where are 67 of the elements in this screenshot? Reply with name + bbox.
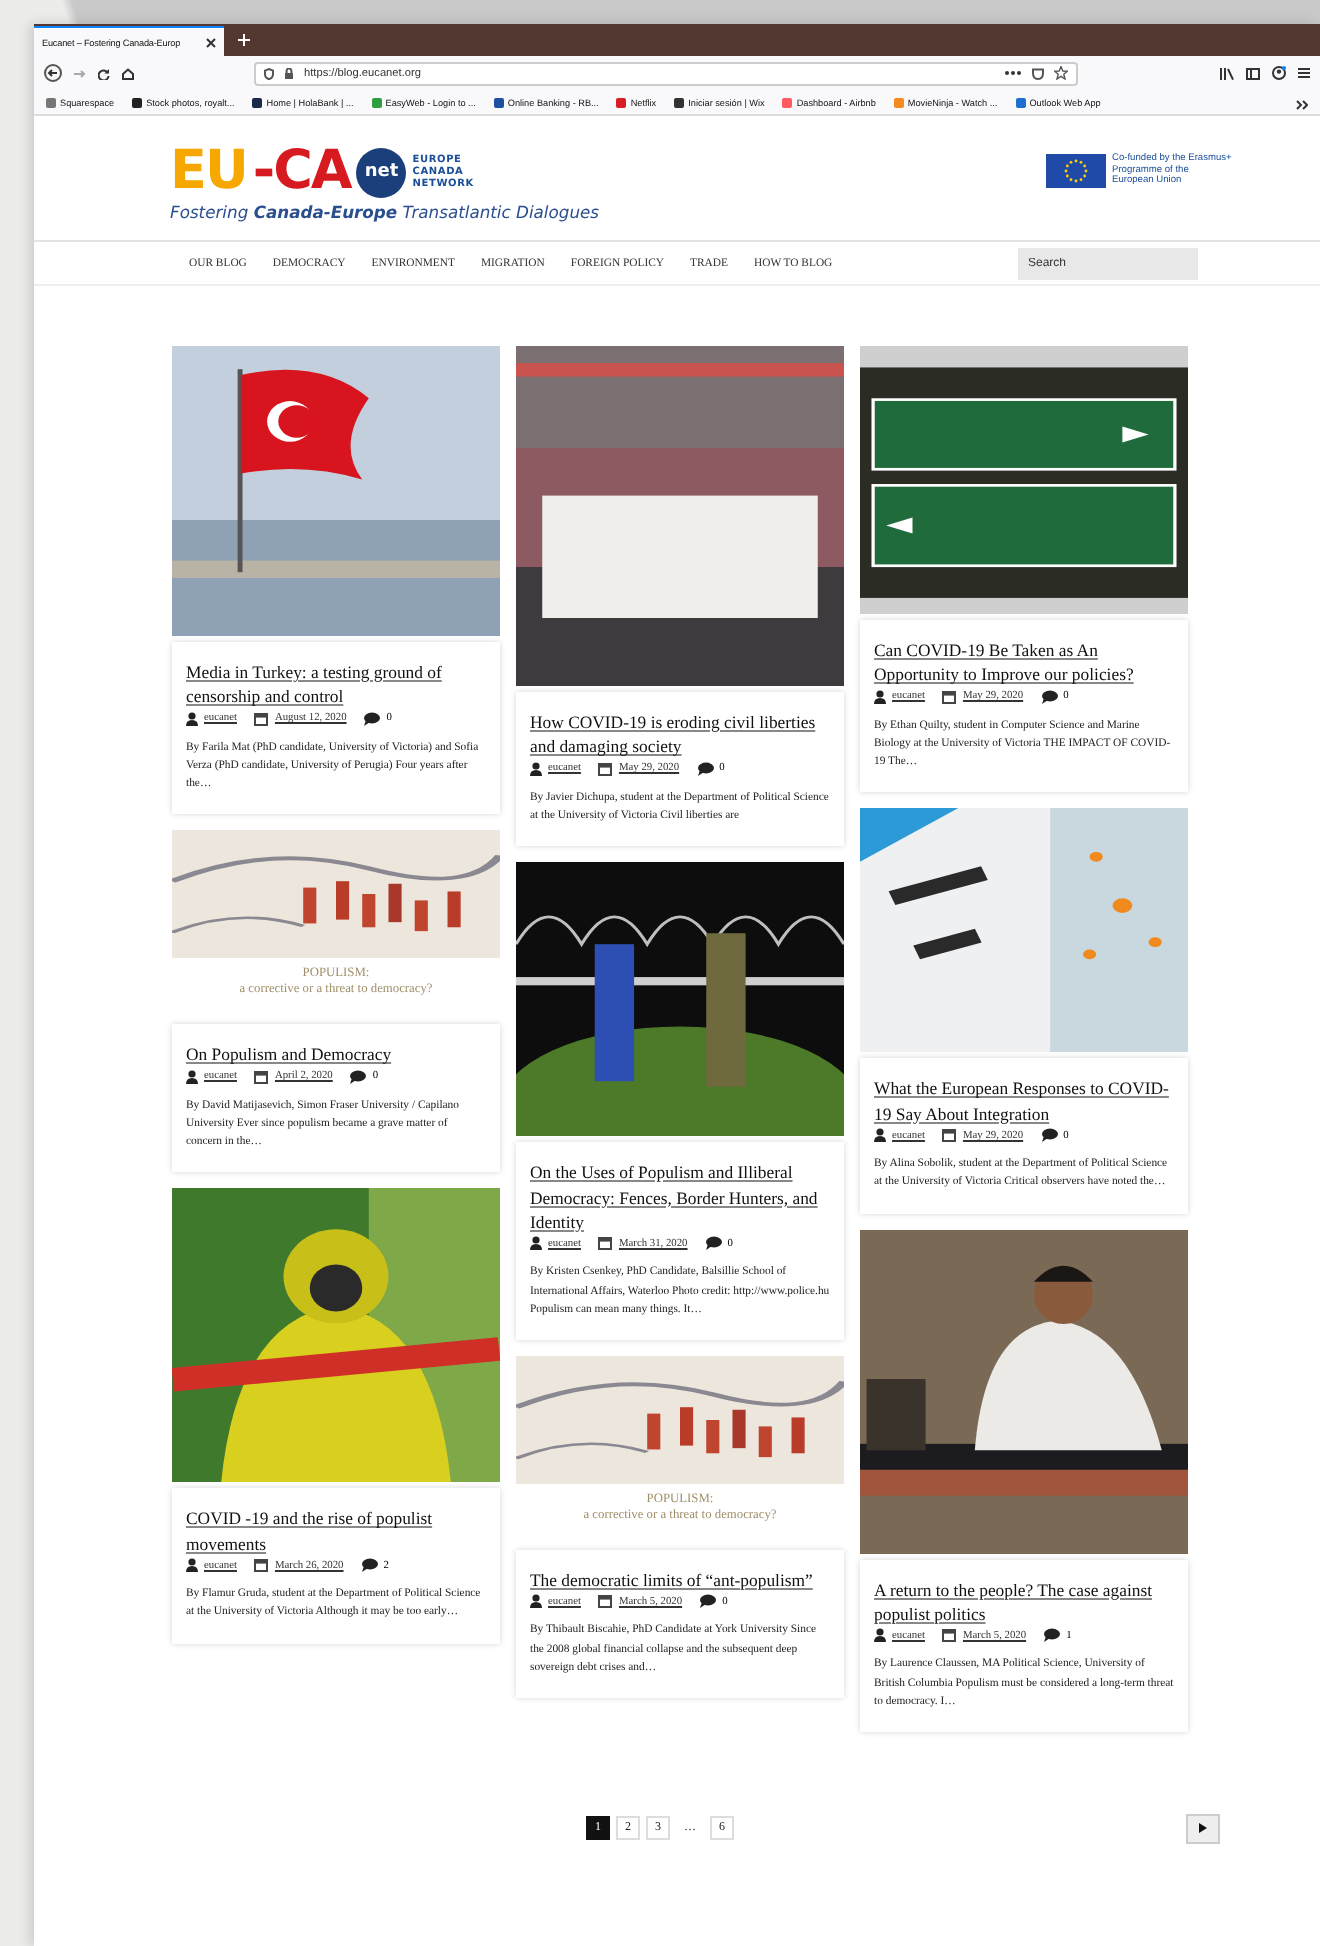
reload-button[interactable] [98, 67, 110, 79]
plus-icon [238, 34, 250, 46]
author-icon [874, 1128, 886, 1143]
more-icon [1004, 70, 1022, 76]
back-button[interactable] [44, 64, 62, 82]
logo-text: EU [170, 144, 247, 200]
account-icon [1272, 66, 1286, 80]
star-icon [1054, 66, 1068, 80]
calendar-icon [254, 1558, 269, 1573]
pocket-icon [1032, 67, 1044, 79]
arrow-right-icon [1198, 1822, 1208, 1834]
post-title-link[interactable]: A return to the people? The case against populist politics [874, 1577, 1174, 1627]
home-icon [122, 67, 134, 79]
author-icon [530, 1594, 542, 1609]
calendar-icon [254, 711, 269, 726]
comment-icon [700, 1594, 717, 1609]
account-button[interactable] [1272, 66, 1286, 80]
chevron-icon [1296, 100, 1308, 110]
sidebar-icon [1246, 67, 1260, 79]
sidebar-button[interactable] [1246, 67, 1260, 79]
comment-icon [364, 711, 381, 726]
post-title-link[interactable]: On the Uses of Populism and Illiberal Democracy: Fences, Border Hunters, and Identity [530, 1160, 830, 1235]
comment-icon [1041, 1128, 1058, 1143]
forward-icon [74, 67, 86, 79]
author-icon [530, 1236, 542, 1251]
reload-icon [98, 67, 110, 79]
site-tagline: Fostering Canada-Europe Transatlantic Dialogues [170, 202, 600, 222]
calendar-icon [942, 1628, 957, 1643]
comment-icon [361, 1558, 378, 1573]
author-icon [874, 689, 886, 704]
library-icon [1220, 67, 1234, 79]
close-icon [206, 37, 216, 47]
calendar-icon [598, 1594, 613, 1609]
calendar-icon [254, 1069, 269, 1084]
author-icon [874, 1628, 886, 1643]
lock-icon [284, 67, 294, 79]
post-title-link[interactable]: What the European Responses to COVID-19 Say About Integration [874, 1076, 1174, 1127]
menu-button[interactable] [1298, 68, 1310, 78]
back-icon [44, 64, 62, 82]
new-tab-button[interactable] [238, 34, 250, 46]
calendar-icon [942, 1128, 957, 1143]
post-title-link[interactable]: Can COVID-19 Be Taken as An Opportunity to Improve our policies? [874, 638, 1174, 688]
post-title-link[interactable]: On Populism and Democracy [186, 1042, 486, 1068]
post-title-link[interactable]: Media in Turkey: a testing ground of censorship and control [186, 660, 486, 710]
home-button[interactable] [122, 67, 134, 79]
author-icon [530, 761, 542, 776]
logo-badge: net [356, 147, 407, 197]
menu-icon [1298, 68, 1310, 78]
comment-icon [705, 1236, 722, 1251]
comment-icon [350, 1069, 367, 1084]
eu-flag-icon [1046, 154, 1106, 188]
post-title-link[interactable]: COVID -19 and the rise of populist movements [186, 1506, 486, 1557]
comment-icon [1041, 689, 1058, 704]
next-page-button[interactable] [1186, 1813, 1220, 1843]
library-button[interactable] [1220, 67, 1234, 79]
calendar-icon [598, 1236, 613, 1251]
calendar-icon [942, 689, 957, 704]
shield-icon [264, 67, 274, 79]
post-title-link[interactable]: The democratic limits of “ant-populism” [530, 1568, 830, 1593]
post-title-link[interactable]: How COVID-19 is eroding civil liberties and damaging society [530, 710, 830, 760]
logo-text: -CA [252, 144, 351, 200]
calendar-icon [598, 761, 613, 776]
author-icon [186, 1069, 198, 1084]
author-icon [186, 711, 198, 726]
comment-icon [697, 761, 714, 776]
author-icon [186, 1558, 198, 1573]
comment-icon [1044, 1628, 1061, 1643]
